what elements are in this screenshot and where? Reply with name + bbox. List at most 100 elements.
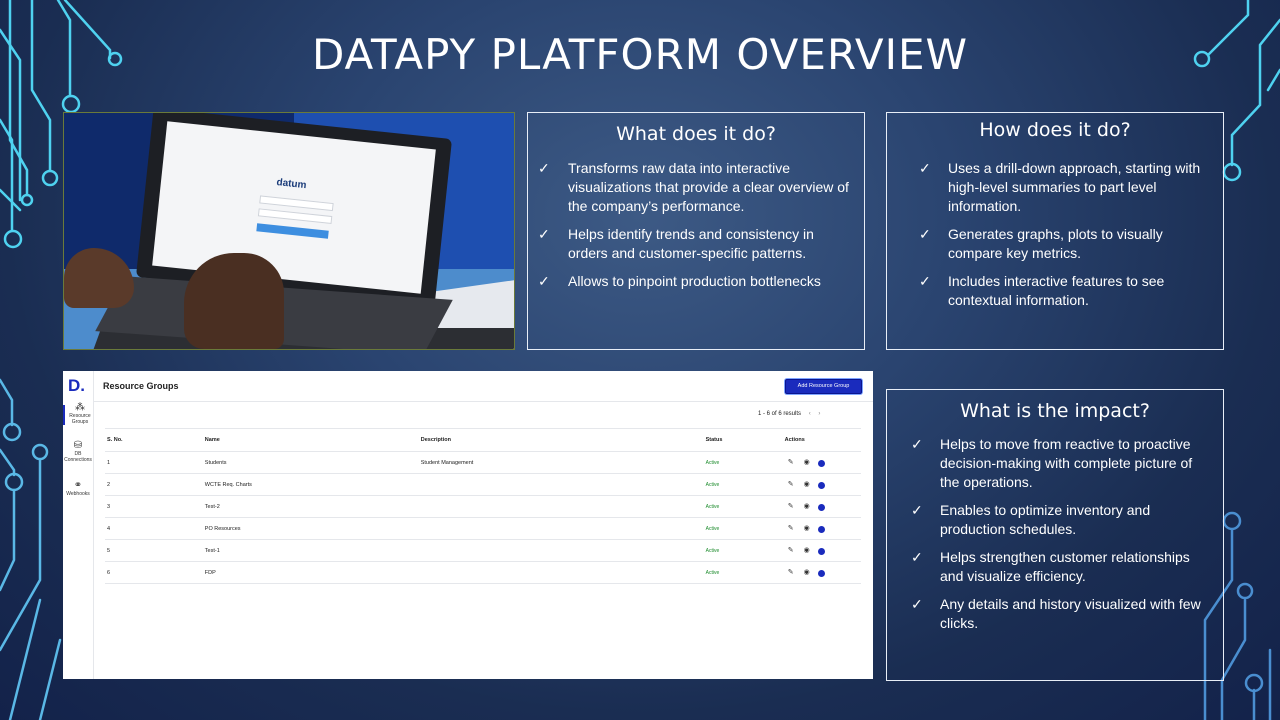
edit-icon[interactable]: ✎ (786, 568, 796, 576)
list-item: ✓ Uses a drill-down approach, starting wi… (919, 160, 1201, 214)
status-badge: Active (705, 525, 720, 532)
row-status-cell: Active (704, 473, 765, 496)
list-item: ✓ Transforms raw data into interactive vi… (538, 160, 849, 214)
database-icon: ⛁ (73, 440, 83, 451)
toggle-icon[interactable] (817, 503, 825, 511)
view-icon[interactable]: ◉ (802, 480, 812, 488)
webhook-icon: ⚭ (73, 480, 83, 491)
row-sno: 1 (105, 451, 204, 474)
row-actions: ✎ ◉ (764, 517, 861, 540)
laptop-photo: datum (63, 112, 515, 350)
table-row: 4 PO Resources Active ✎ ◉ (105, 517, 861, 540)
laptop-screen: datum (152, 121, 436, 294)
toggle-icon[interactable] (817, 525, 825, 533)
list-item: ✓ Includes interactive features to see co… (919, 273, 1165, 308)
table-row: 5 Test-1 Active ✎ ◉ (105, 539, 861, 562)
row-status-cell: Active (704, 517, 765, 540)
pagination: 1 - 6 of 6 results ‹ › (758, 411, 820, 417)
sidebar-item-resource-groups[interactable]: ⁂ Resource Groups (63, 402, 95, 425)
toggle-icon[interactable] (817, 569, 825, 577)
column-header: Actions (764, 428, 861, 452)
column-header: Name (203, 428, 420, 452)
chevron-right-icon[interactable]: › (818, 411, 820, 417)
row-description (419, 495, 705, 518)
table-row: 3 Test-2 Active ✎ ◉ (105, 495, 861, 518)
row-actions: ✎ ◉ (764, 495, 861, 518)
table-row: 2 WCTE Req. Charts Active ✎ ◉ (105, 473, 861, 496)
row-name: WCTE Req. Charts (203, 473, 420, 496)
status-badge: Active (705, 503, 720, 510)
right-hand (184, 253, 284, 349)
what-is-the-impact-box: What is the impact? ✓ Helps to move from … (886, 389, 1224, 681)
sidebar-item-db-connections[interactable]: ⛁ DB Connections (63, 440, 93, 464)
sidebar-item-webhooks[interactable]: ⚭ Webhooks (63, 480, 93, 498)
view-icon[interactable]: ◉ (802, 568, 812, 576)
row-name: Students (203, 451, 420, 474)
row-actions: ✎ ◉ (764, 561, 861, 584)
view-icon[interactable]: ◉ (802, 458, 812, 466)
check-icon: ✓ (919, 226, 931, 242)
screen-login-button (256, 223, 329, 239)
row-description: Student Management (419, 451, 705, 474)
list-item: ✓ Helps strengthen customer relationships… (911, 549, 1190, 584)
row-status-cell: Active (704, 495, 765, 518)
check-icon: ✓ (538, 273, 550, 289)
edit-icon[interactable]: ✎ (786, 458, 796, 466)
status-badge: Active (705, 569, 720, 576)
what-list: ✓ Transforms raw data into interactive vi… (538, 159, 864, 291)
list-item: ✓ Helps to move from reactive to proactiv… (911, 436, 1193, 490)
row-actions: ✎ ◉ (764, 473, 861, 496)
chevron-left-icon[interactable]: ‹ (809, 411, 811, 417)
status-badge: Active (705, 459, 720, 466)
check-icon: ✓ (538, 160, 550, 176)
how-list: ✓ Uses a drill-down approach, starting wi… (919, 159, 1223, 310)
cluster-icon: ⁂ (75, 402, 85, 413)
toggle-icon[interactable] (817, 547, 825, 555)
row-description (419, 561, 705, 584)
check-icon: ✓ (911, 502, 923, 518)
how-heading: How does it do? (979, 119, 1131, 141)
row-sno: 6 (105, 561, 204, 584)
column-header: S. No. (105, 428, 204, 452)
row-name: PO Resources (203, 517, 420, 540)
row-status-cell: Active (704, 539, 765, 562)
list-item: ✓ Allows to pinpoint production bottlenec… (538, 273, 821, 289)
page-title: Resource Groups (103, 381, 179, 391)
row-actions: ✎ ◉ (764, 451, 861, 474)
table-row: 1 Students Student Management Active ✎ ◉ (105, 451, 861, 474)
what-does-it-do-box: What does it do? ✓ Transforms raw data in… (527, 112, 865, 350)
toggle-icon[interactable] (817, 481, 825, 489)
check-icon: ✓ (911, 596, 923, 612)
view-icon[interactable]: ◉ (802, 546, 812, 554)
toggle-icon[interactable] (817, 459, 825, 467)
row-status-cell: Active (704, 561, 765, 584)
view-icon[interactable]: ◉ (802, 524, 812, 532)
check-icon: ✓ (919, 160, 931, 176)
check-icon: ✓ (911, 436, 923, 452)
edit-icon[interactable]: ✎ (786, 502, 796, 510)
app-logo: D. (68, 376, 85, 395)
row-description (419, 539, 705, 562)
edit-icon[interactable]: ✎ (786, 480, 796, 488)
row-name: Test-1 (203, 539, 420, 562)
left-hand (64, 248, 134, 308)
app-sidebar: D. ⁂ Resource Groups ⛁ DB Connections ⚭ … (63, 371, 94, 679)
edit-icon[interactable]: ✎ (786, 524, 796, 532)
row-actions: ✎ ◉ (764, 539, 861, 562)
row-sno: 5 (105, 539, 204, 562)
row-sno: 2 (105, 473, 204, 496)
status-badge: Active (705, 547, 720, 554)
slide-title: DATAPY PLATFORM OVERVIEW (311, 30, 969, 79)
view-icon[interactable]: ◉ (802, 502, 812, 510)
row-name: FDP (203, 561, 420, 584)
row-description (419, 517, 705, 540)
row-sno: 4 (105, 517, 204, 540)
table-row: 6 FDP Active ✎ ◉ (105, 561, 861, 584)
check-icon: ✓ (919, 273, 931, 289)
edit-icon[interactable]: ✎ (786, 546, 796, 554)
add-resource-group-button[interactable]: Add Resource Group (785, 379, 862, 394)
row-sno: 3 (105, 495, 204, 518)
list-item: ✓ Helps identify trends and consistency i… (538, 226, 814, 261)
row-description (419, 473, 705, 496)
what-heading: What does it do? (616, 123, 776, 145)
